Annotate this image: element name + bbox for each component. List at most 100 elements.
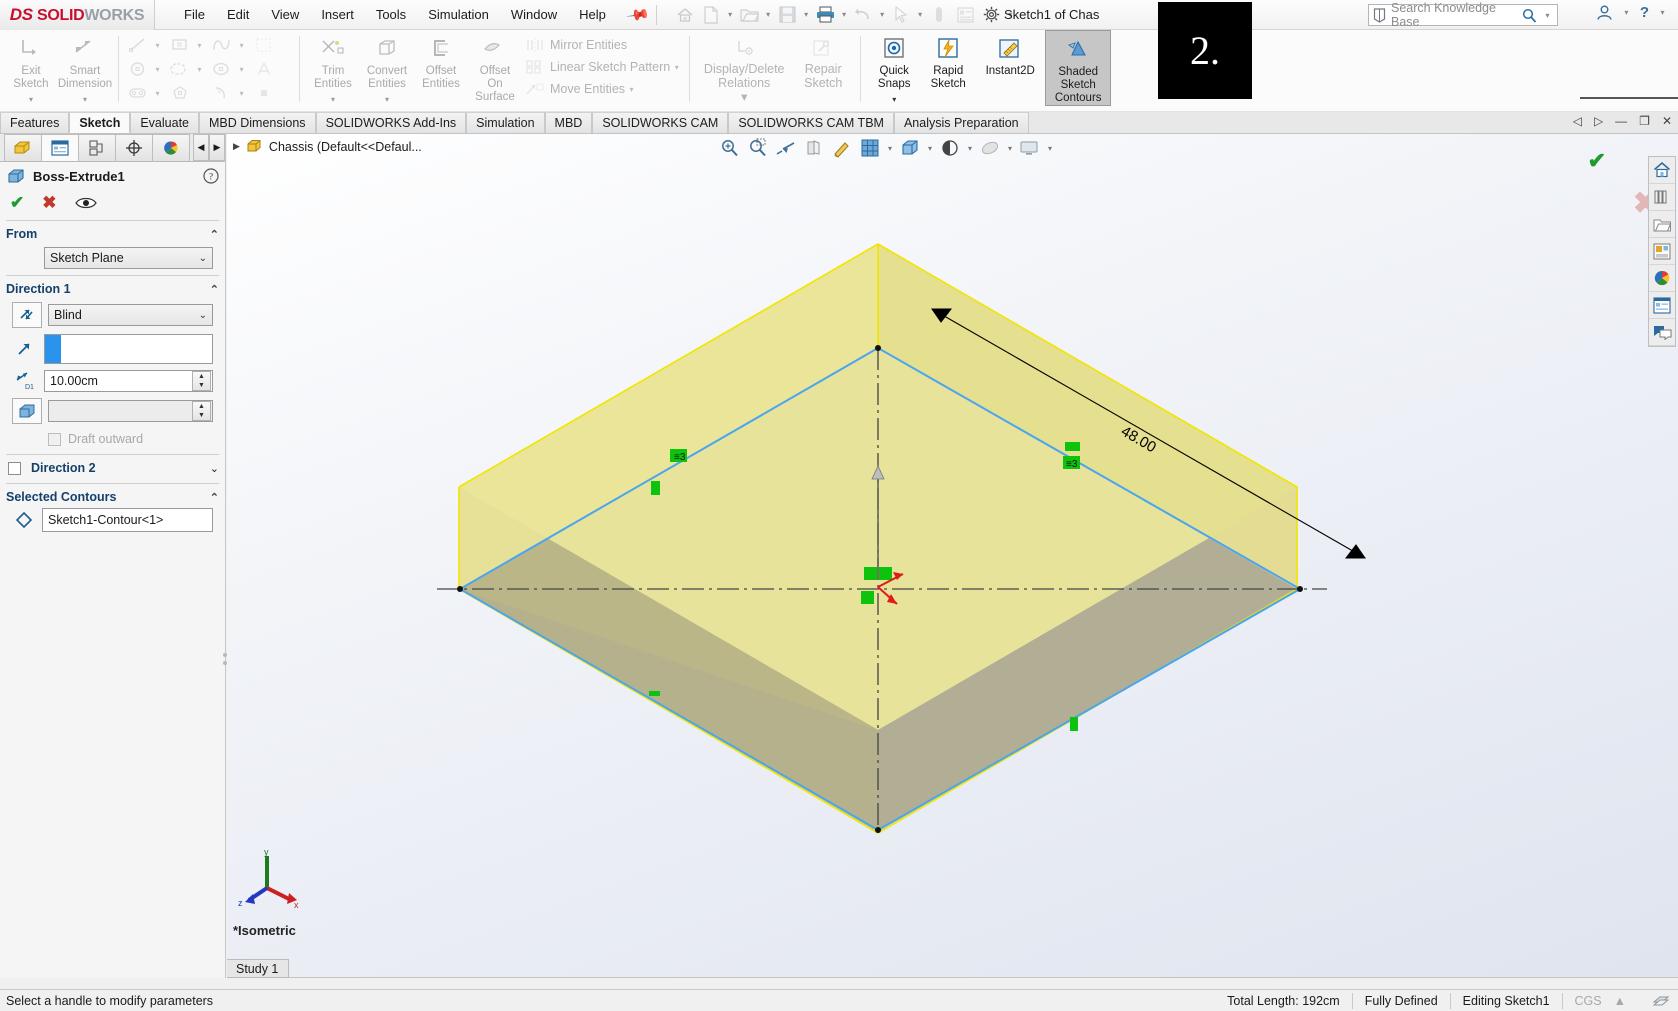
chevron-down-icon-quick-snaps[interactable]: ▾ <box>892 93 896 106</box>
chevron-down-icon-fillet[interactable]: ▾ <box>151 89 164 98</box>
reverse-direction-icon[interactable] <box>12 302 42 328</box>
text-tool[interactable] <box>251 58 293 80</box>
instant2d-button[interactable]: Instant2D <box>975 30 1045 100</box>
chevron-down-icon-help[interactable]: ▾ <box>1657 8 1668 17</box>
smart-dimension-button[interactable]: Smart Dimension ▾ <box>58 30 112 106</box>
chevron-down-icon-direction2[interactable]: ⌄ <box>210 462 219 475</box>
study-tab-1[interactable]: Study 1 <box>227 959 290 978</box>
slot-tool[interactable]: ▾ <box>167 58 209 80</box>
tab-analysis-preparation[interactable]: Analysis Preparation <box>893 112 1029 133</box>
display-delete-relations-button[interactable]: Display/Delete Relations ▾ <box>696 30 792 104</box>
tab-features[interactable]: Features <box>0 112 70 133</box>
graphics-viewport[interactable]: ▶ Chassis (Default<<Defaul... ▾ ▾ ▾ ▾ ▾ … <box>227 134 1678 978</box>
select-cursor-icon[interactable] <box>889 3 914 27</box>
home-icon[interactable] <box>673 3 698 27</box>
help-question-icon[interactable]: ? <box>1640 4 1649 21</box>
end-condition-select[interactable]: Blind ⌄ <box>48 304 213 326</box>
scroll-right-icon[interactable]: ▶ <box>209 134 225 161</box>
trim-entities-button[interactable]: Trim Entities ▾ <box>306 30 360 106</box>
chevron-down-icon-start-condition[interactable]: ⌄ <box>199 253 207 264</box>
feature-manager-tab[interactable] <box>4 134 42 161</box>
selected-contours-header[interactable]: Selected Contours ⌃ <box>6 490 219 504</box>
direction2-checkbox[interactable] <box>8 461 21 475</box>
save-icon[interactable] <box>775 3 800 27</box>
search-input[interactable]: Search Knowledge Base <box>1391 1 1517 29</box>
overlay-sketch-icon[interactable] <box>1640 993 1678 1009</box>
stepper-up[interactable]: ▲ <box>193 372 210 381</box>
selected-contour-field[interactable]: Sketch1-Contour<1> <box>42 508 213 532</box>
close-window-button[interactable]: ✕ <box>1662 114 1672 128</box>
tab-sketch[interactable]: Sketch <box>69 112 131 133</box>
tab-mbd[interactable]: MBD <box>544 112 593 133</box>
chevron-down-icon-line[interactable]: ▾ <box>151 41 164 50</box>
chevron-down-icon-ellipse[interactable]: ▾ <box>235 65 248 74</box>
tab-mbd-dimensions[interactable]: MBD Dimensions <box>199 112 316 133</box>
chevron-down-icon-smart-dimension[interactable]: ▾ <box>83 93 87 106</box>
chevron-down-icon-account[interactable]: ▾ <box>1621 8 1632 17</box>
direction-vector-field[interactable] <box>44 334 213 364</box>
cancel-button[interactable]: ✖ <box>42 193 56 213</box>
offset-entities-button[interactable]: Offset Entities <box>414 30 468 100</box>
chevron-down-icon-slot[interactable]: ▾ <box>193 65 206 74</box>
circle-tool[interactable]: ▾ <box>125 58 167 80</box>
options-list-icon[interactable] <box>953 3 978 27</box>
menu-item-file[interactable]: File <box>173 3 216 26</box>
move-entities-button[interactable]: Move Entities ▾ <box>522 78 683 100</box>
shaded-sketch-contours-button[interactable]: Shaded Sketch Contours <box>1045 30 1112 106</box>
menu-item-edit[interactable]: Edit <box>216 3 260 26</box>
dimxpert-manager-tab[interactable] <box>115 134 153 161</box>
offset-on-surface-button[interactable]: Offset On Surface <box>468 30 522 104</box>
ellipse-tool[interactable]: ▾ <box>209 58 251 80</box>
depth-stepper[interactable]: ▲ ▼ <box>192 371 211 391</box>
direction2-section[interactable]: Direction 2 ⌄ <box>0 455 225 479</box>
tab-solidworks-add-ins[interactable]: SOLIDWORKS Add-Ins <box>315 112 467 133</box>
menu-item-tools[interactable]: Tools <box>365 3 417 26</box>
arc-tool[interactable]: ▾ <box>209 82 251 104</box>
chevron-up-icon-contours[interactable]: ⌃ <box>210 491 219 504</box>
chevron-down-icon-print[interactable]: ▾ <box>839 10 850 19</box>
draft-stepper-up[interactable]: ▲ <box>193 402 210 411</box>
search-knowledge-base[interactable]: Search Knowledge Base ▾ <box>1368 1 1558 29</box>
depth-input[interactable]: 10.00cm ▲ ▼ <box>44 370 213 392</box>
chevron-down-icon-new[interactable]: ▾ <box>725 10 736 19</box>
polygon-tool[interactable] <box>167 82 209 104</box>
chevron-up-icon-from[interactable]: ⌃ <box>210 228 219 241</box>
chevron-down-icon-convert[interactable]: ▾ <box>385 93 389 106</box>
menu-item-window[interactable]: Window <box>500 3 568 26</box>
chevron-down-icon-spline[interactable]: ▾ <box>235 41 248 50</box>
chevron-down-icon-circle[interactable]: ▾ <box>151 65 164 74</box>
draft-angle-input[interactable]: ▲ ▼ <box>48 400 213 422</box>
chevron-up-icon-direction1[interactable]: ⌃ <box>210 283 219 296</box>
menu-item-simulation[interactable]: Simulation <box>417 3 500 26</box>
open-folder-icon[interactable] <box>737 3 762 27</box>
configuration-manager-tab[interactable] <box>78 134 116 161</box>
units-status[interactable]: CGS <box>1561 992 1614 1009</box>
chevron-down-icon-move[interactable]: ▾ <box>625 85 638 94</box>
chevron-down-icon-search[interactable]: ▾ <box>1542 11 1553 20</box>
draft-stepper-down[interactable]: ▼ <box>193 411 210 420</box>
preview-eye-icon[interactable] <box>74 196 97 210</box>
tab-evaluate[interactable]: Evaluate <box>130 112 199 133</box>
help-question-icon-pm[interactable]: ? <box>203 168 219 184</box>
draft-outward-checkbox[interactable] <box>48 432 61 446</box>
chevron-down-icon-arc[interactable]: ▾ <box>235 89 248 98</box>
property-manager-tab[interactable] <box>41 134 79 161</box>
point-tool[interactable] <box>251 82 293 104</box>
menu-item-help[interactable]: Help <box>568 3 617 26</box>
chevron-down-icon-undo[interactable]: ▾ <box>877 10 888 19</box>
from-section-header[interactable]: From ⌃ <box>6 227 219 241</box>
mirror-entities-button[interactable]: Mirror Entities <box>522 34 683 56</box>
direction1-section-header[interactable]: Direction 1 ⌃ <box>6 282 219 296</box>
search-icon[interactable] <box>1522 8 1537 23</box>
repair-sketch-button[interactable]: Repair Sketch <box>792 30 854 90</box>
display-manager-tab[interactable] <box>152 134 190 161</box>
trim-grid-tool[interactable] <box>251 34 293 56</box>
stepper-down[interactable]: ▼ <box>193 381 210 390</box>
linear-sketch-pattern-button[interactable]: Linear Sketch Pattern ▾ <box>522 56 683 78</box>
start-condition-select[interactable]: Sketch Plane ⌄ <box>44 247 213 269</box>
line-tool[interactable]: ▾ <box>125 34 167 56</box>
draft-stepper[interactable]: ▲ ▼ <box>192 401 211 421</box>
user-account-icon[interactable] <box>1596 4 1613 21</box>
chevron-down-icon-rectangle[interactable]: ▾ <box>193 41 206 50</box>
print-icon[interactable] <box>813 3 838 27</box>
